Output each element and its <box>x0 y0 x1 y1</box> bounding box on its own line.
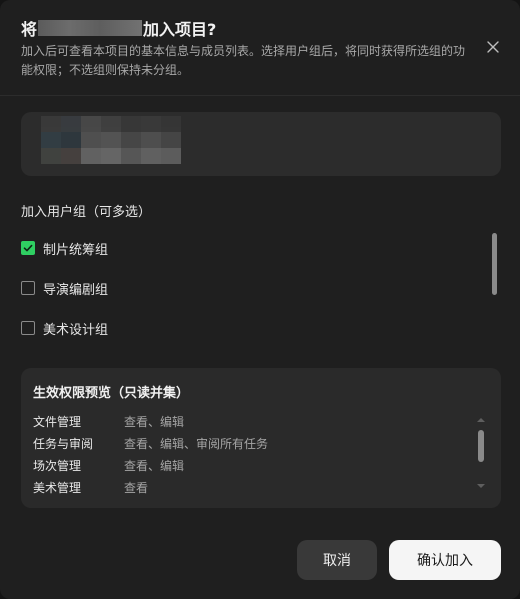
user-group-label: 加入用户组（可多选） <box>21 205 152 220</box>
dialog-header: 将 加入项目? 加入后可查看本项目的基本信息与成员列表。选择用户组后，将同时获得… <box>0 0 520 96</box>
checkbox-unchecked[interactable] <box>21 321 35 335</box>
cancel-button[interactable]: 取消 <box>297 540 377 580</box>
confirm-join-button[interactable]: 确认加入 <box>389 540 501 580</box>
permission-name: 场次管理 <box>33 458 82 473</box>
dialog-subtitle: 加入后可查看本项目的基本信息与成员列表。选择用户组后，将同时获得所选组的功能权限… <box>21 44 466 77</box>
redacted-project-image <box>41 116 181 164</box>
permission-row: 美术管理 查看 <box>33 478 473 496</box>
checkbox-unchecked[interactable] <box>21 281 35 295</box>
group-item-production[interactable]: 制片统筹组 <box>21 236 461 260</box>
preview-scrollbar[interactable] <box>475 416 487 496</box>
scroll-up-icon[interactable] <box>477 418 485 422</box>
permission-value: 查看 <box>124 480 149 495</box>
title-suffix: 加入项目? <box>143 20 217 39</box>
permission-row: 任务与审阅 查看、编辑、审阅所有任务 <box>33 434 473 452</box>
check-icon <box>23 244 33 252</box>
group-list-scrollbar[interactable] <box>492 233 497 295</box>
permission-row: 场次管理 查看、编辑 <box>33 456 473 474</box>
permission-name: 美术管理 <box>33 480 82 495</box>
group-label: 美术设计组 <box>43 322 109 338</box>
permission-row: 文件管理 查看、编辑 <box>33 412 473 430</box>
dialog-title: 将 加入项目? <box>21 16 216 40</box>
checkbox-checked[interactable] <box>21 241 35 255</box>
group-item-art[interactable]: 美术设计组 <box>21 316 461 340</box>
preview-title: 生效权限预览（只读并集） <box>33 386 190 401</box>
permission-value: 查看、编辑、审阅所有任务 <box>124 436 269 451</box>
project-info-card <box>21 112 501 176</box>
group-label: 导演编剧组 <box>43 282 109 298</box>
permission-value: 查看、编辑 <box>124 414 185 429</box>
user-group-list: 制片统筹组 导演编剧组 美术设计组 <box>21 236 481 348</box>
group-label: 制片统筹组 <box>43 242 109 258</box>
permission-name: 文件管理 <box>33 414 82 429</box>
redacted-user-name <box>38 20 143 36</box>
permission-value: 查看、编辑 <box>124 458 185 473</box>
permission-preview-card: 生效权限预览（只读并集） 文件管理 查看、编辑 任务与审阅 查看、编辑、审阅所有… <box>21 368 501 508</box>
permission-name: 任务与审阅 <box>33 436 94 451</box>
scroll-thumb[interactable] <box>478 430 484 462</box>
join-project-dialog: 将 加入项目? 加入后可查看本项目的基本信息与成员列表。选择用户组后，将同时获得… <box>0 0 520 599</box>
scroll-down-icon[interactable] <box>477 484 485 488</box>
title-prefix: 将 <box>21 20 38 39</box>
close-icon <box>487 41 499 53</box>
group-item-director[interactable]: 导演编剧组 <box>21 276 461 300</box>
close-button[interactable] <box>483 37 503 57</box>
